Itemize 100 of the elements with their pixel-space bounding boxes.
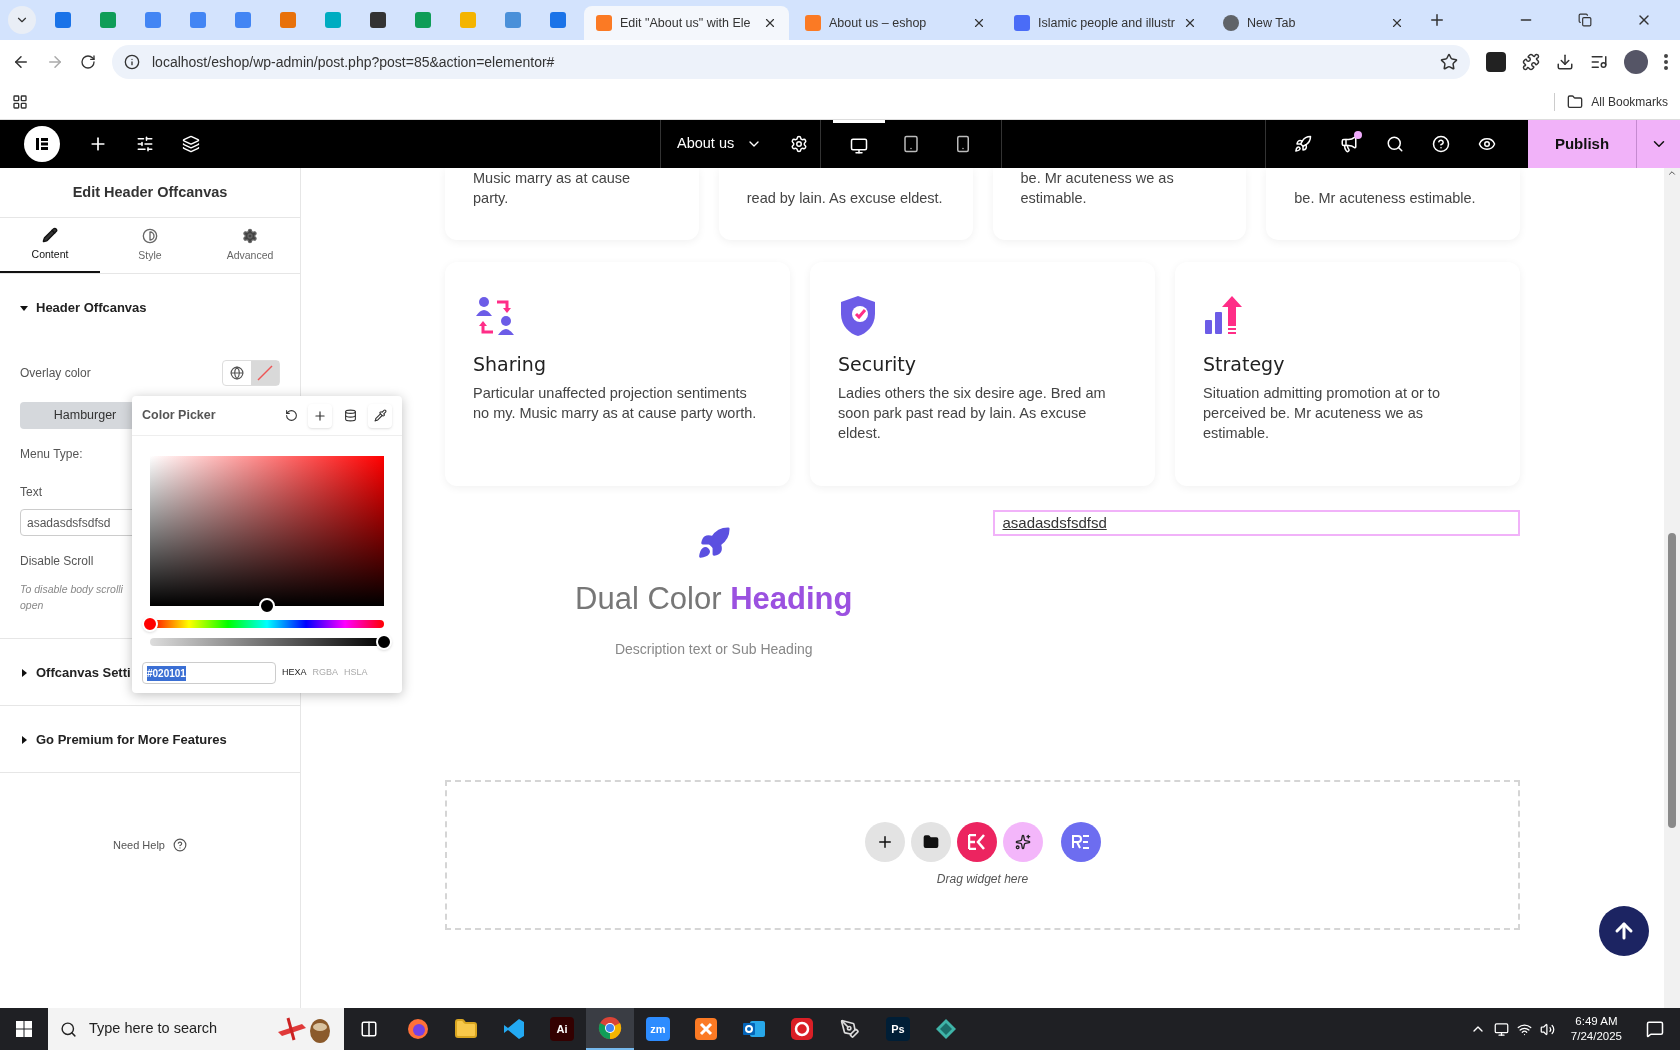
all-bookmarks-button[interactable]: All Bookmarks — [1554, 92, 1668, 111]
site-favicon-icon — [1014, 15, 1030, 31]
taskbar-search[interactable]: Type here to search — [48, 1008, 344, 1050]
chrome-icon — [598, 1016, 622, 1040]
xampp-icon — [694, 1017, 718, 1041]
new-tab-icon[interactable] — [1428, 11, 1446, 29]
url-text: localhost/eshop/wp-admin/post.php?post=85&action=elementor# — [152, 52, 556, 72]
back-icon[interactable] — [12, 53, 30, 71]
scrollbar-thumb[interactable] — [1668, 533, 1676, 828]
addon-logo-button[interactable] — [1060, 821, 1101, 862]
restore-icon[interactable] — [1578, 13, 1592, 27]
card-text: party. — [473, 189, 510, 208]
media-icon[interactable] — [1590, 53, 1608, 71]
help-icon[interactable] — [173, 837, 187, 852]
address-bar[interactable]: localhost/eshop/wp-admin/post.php?post=85&action=elementor# — [112, 45, 1470, 79]
taskbar-app[interactable]: Ai — [538, 1008, 586, 1050]
card-text: estimable. — [1020, 189, 1088, 208]
fox-globe-icon — [406, 1017, 430, 1041]
site-favicon-icon — [99, 12, 116, 28]
megaphone-icon[interactable] — [1340, 135, 1358, 153]
preview-icon[interactable] — [1478, 135, 1496, 153]
task-view-icon[interactable] — [360, 1020, 378, 1038]
star-icon[interactable] — [1440, 53, 1458, 71]
site-favicon-icon — [414, 12, 431, 28]
dual-color-heading: Dual Color Heading — [575, 580, 853, 618]
close-icon[interactable] — [763, 16, 777, 30]
layers-icon[interactable] — [182, 135, 200, 153]
field-label: Overlay color — [20, 365, 91, 382]
pencil-icon — [42, 226, 58, 243]
code-editor-icon — [502, 1017, 526, 1041]
hex-input[interactable]: #020101 — [142, 662, 276, 684]
taskbar-app[interactable]: Ps — [874, 1008, 922, 1050]
caret-icon — [20, 668, 28, 677]
tray-display-icon[interactable] — [1493, 1021, 1509, 1037]
alpha-thumb[interactable] — [376, 634, 392, 650]
slash-icon — [257, 365, 273, 381]
section-header[interactable]: Go Premium for More Features — [0, 707, 300, 772]
extensions-icon[interactable] — [1522, 53, 1540, 71]
folder-icon — [454, 1017, 478, 1041]
no-color-swatch[interactable] — [251, 361, 279, 385]
browser-tab[interactable]: Edit "About us" with Ele — [584, 6, 789, 40]
elementor-logo-icon[interactable] — [24, 126, 60, 162]
notifications-icon[interactable] — [1646, 1020, 1664, 1038]
hue-thumb[interactable] — [142, 616, 158, 632]
hint-text: To disable body scrolli — [20, 582, 123, 597]
panel-tab[interactable]: Style — [100, 218, 200, 273]
panel-title: Edit Header Offcanvas — [0, 168, 300, 218]
browser-tab[interactable]: About us – eshop — [793, 6, 998, 40]
stack-icon — [343, 409, 357, 422]
avatar-icon[interactable] — [1624, 50, 1648, 74]
search-icon[interactable] — [1386, 135, 1404, 153]
clock-date[interactable]: 7/24/2025 — [1570, 1029, 1622, 1044]
menu-dots-icon[interactable] — [1664, 54, 1668, 70]
tab-title: About us – eshop — [829, 14, 928, 32]
site-favicon-icon — [1223, 15, 1239, 31]
monitor-icon — [850, 136, 869, 155]
scroll-up-icon[interactable] — [1667, 168, 1677, 178]
site-favicon-icon — [596, 15, 612, 31]
card-text: read by lain. As excuse eldest. — [746, 189, 944, 208]
browser-tab[interactable]: New Tab — [1211, 6, 1416, 40]
tab-title: Islamic people and illustr — [1038, 14, 1175, 32]
plus-icon — [313, 408, 327, 423]
color-thumb[interactable] — [259, 598, 275, 614]
network-icon[interactable] — [1516, 1021, 1532, 1037]
field-label: Disable Scroll — [20, 553, 95, 570]
rocket-icon[interactable] — [1294, 135, 1312, 153]
settings-icon[interactable] — [790, 135, 809, 153]
browser-tab[interactable]: Islamic people and illustr — [1002, 6, 1207, 40]
site-favicon-icon — [189, 12, 206, 28]
tab-title: New Tab — [1247, 14, 1297, 32]
kit-logo-button[interactable] — [956, 821, 997, 862]
globe-icon — [230, 366, 244, 380]
section-header[interactable]: Header Offcanvas — [0, 276, 300, 340]
sliders-icon[interactable] — [136, 135, 154, 153]
panel-tab[interactable]: Advanced — [200, 218, 300, 273]
ai-sparkle-button[interactable] — [1002, 821, 1043, 862]
volume-icon[interactable] — [1539, 1021, 1555, 1037]
help-link[interactable]: Need Help — [113, 836, 165, 853]
panel-tab[interactable]: Content — [0, 218, 100, 273]
app-logo: Ai — [550, 1017, 574, 1041]
reset-icon[interactable] — [285, 409, 298, 422]
close-icon[interactable] — [1390, 16, 1404, 30]
sub-heading: Description text or Sub Heading — [614, 639, 813, 659]
site-favicon-icon — [54, 12, 71, 28]
apps-icon[interactable] — [12, 93, 28, 110]
folder-icon — [922, 833, 939, 850]
download-icon[interactable] — [1556, 53, 1574, 71]
reload-icon[interactable] — [80, 54, 96, 70]
clock-time[interactable]: 6:49 AM — [1575, 1014, 1618, 1029]
close-icon[interactable] — [972, 16, 986, 30]
page-selector[interactable]: About us — [661, 133, 779, 155]
scroll-to-top-button[interactable] — [1599, 906, 1649, 956]
site-favicon-icon — [324, 12, 341, 28]
shield-check-icon — [838, 294, 878, 338]
taskbar-app[interactable] — [586, 1008, 634, 1050]
site-favicon-icon — [459, 12, 476, 28]
offcanvas-trigger[interactable]: asadasdsfsdfsd — [992, 510, 1520, 536]
card-text: Music marry as at cause — [473, 169, 632, 188]
extension-icon[interactable] — [1486, 52, 1506, 72]
publish-button[interactable]: Publish — [1528, 120, 1636, 168]
